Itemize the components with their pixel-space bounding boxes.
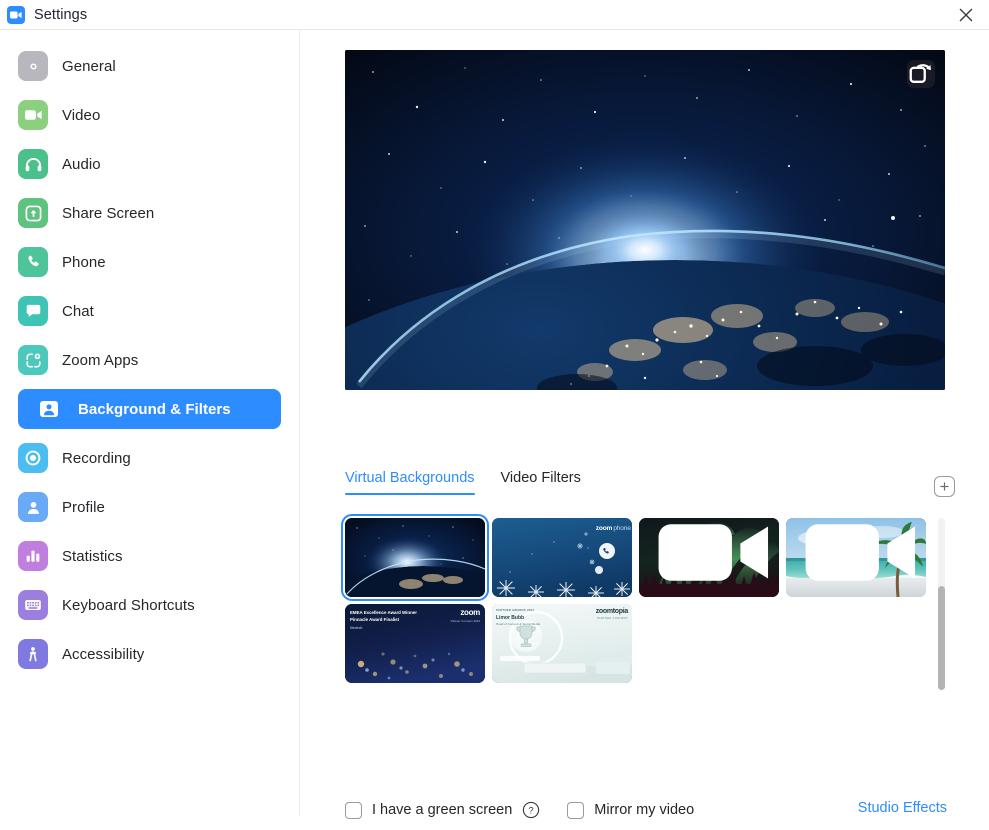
sidebar-item-statistics[interactable]: Statistics <box>18 536 281 576</box>
sidebar-item-background-and-filters[interactable]: Background & Filters <box>18 389 281 429</box>
profile-icon <box>18 492 48 522</box>
sidebar-item-label: Accessibility <box>62 645 145 663</box>
bar-chart-icon <box>18 541 48 571</box>
sidebar-item-label: Keyboard Shortcuts <box>62 596 195 614</box>
sidebar-item-label: General <box>62 57 116 75</box>
sidebar-item-zoom-apps[interactable]: Zoom Apps <box>18 340 281 380</box>
sidebar-item-label: Profile <box>62 498 105 516</box>
sidebar-item-share-screen[interactable]: Share Screen <box>18 193 281 233</box>
sidebar-item-label: Share Screen <box>62 204 155 222</box>
background-thumbnail-aurora[interactable] <box>639 518 779 597</box>
sidebar-item-accessibility[interactable]: Accessibility <box>18 634 281 674</box>
thumb-line3: Nextech <box>350 626 363 630</box>
background-thumbnail-zoomtopia-award[interactable]: PARTNER AWARDS 2023 Limor Bubb Head of C… <box>492 604 632 683</box>
flip-camera-icon[interactable] <box>907 60 935 88</box>
record-icon <box>18 443 48 473</box>
sidebar-item-label: Background & Filters <box>78 400 231 418</box>
person-frame-icon <box>34 394 64 424</box>
thumb-line1: PARTNER AWARDS 2023 <box>496 608 534 612</box>
tab-video-filters[interactable]: Video Filters <box>501 470 581 495</box>
backgrounds-grid-wrapper: zoom phone EMEA Excellence Award Winner … <box>340 513 945 698</box>
window-title: Settings <box>34 6 88 23</box>
background-thumbnail-emea-award[interactable]: EMEA Excellence Award Winner Pinnacle Aw… <box>345 604 485 683</box>
background-thumbnail-tropical-beach[interactable] <box>786 518 926 597</box>
svg-text:zoomtopia: zoomtopia <box>596 608 629 615</box>
sidebar-item-recording[interactable]: Recording <box>18 438 281 478</box>
svg-text:zoom: zoom <box>596 525 613 532</box>
video-badge-icon <box>805 524 916 581</box>
video-icon <box>18 100 48 130</box>
gear-icon <box>18 51 48 81</box>
sidebar-item-keyboard-shortcuts[interactable]: Keyboard Shortcuts <box>18 585 281 625</box>
svg-text:phone: phone <box>613 525 631 532</box>
earth-from-space-image <box>345 50 945 390</box>
background-thumbnail-earth[interactable] <box>340 513 490 602</box>
sidebar-item-audio[interactable]: Audio <box>18 144 281 184</box>
tab-virtual-backgrounds[interactable]: Virtual Backgrounds <box>345 470 475 495</box>
main-panel: Virtual Backgrounds Video Filters zoom p… <box>301 30 989 819</box>
apps-icon <box>18 345 48 375</box>
help-icon[interactable]: ? <box>522 801 540 819</box>
zoom-camera-icon <box>7 5 25 24</box>
thumb-line1: EMEA Excellence Award Winner <box>350 610 417 615</box>
background-thumbnail-zoom-phone-winter[interactable]: zoom phone <box>492 518 632 597</box>
plus-icon[interactable] <box>934 476 955 497</box>
video-badge-icon <box>658 524 769 581</box>
thumb-line2: Limor Bubb <box>496 615 524 621</box>
bottom-controls: I have a green screen ? Mirror my video … <box>345 790 947 830</box>
video-preview <box>345 50 945 390</box>
thumb-line2: Pinnacle Award Finalist <box>350 617 400 622</box>
keyboard-icon <box>18 590 48 620</box>
sidebar-item-phone[interactable]: Phone <box>18 242 281 282</box>
sidebar: General Video Audio Share Screen Phone C… <box>0 30 300 816</box>
sidebar-item-label: Statistics <box>62 547 123 565</box>
sidebar-item-label: Recording <box>62 449 131 467</box>
backgrounds-scrollbar[interactable] <box>938 518 945 690</box>
sidebar-item-label: Audio <box>62 155 101 173</box>
svg-text:PARTNER CONNECT: PARTNER CONNECT <box>597 616 628 620</box>
backgrounds-grid: zoom phone EMEA Excellence Award Winner … <box>340 513 933 696</box>
background-tabs: Virtual Backgrounds Video Filters <box>345 470 955 510</box>
sidebar-item-label: Video <box>62 106 101 124</box>
thumb-line3: Head of Content & Social Media <box>496 622 540 626</box>
sidebar-item-profile[interactable]: Profile <box>18 487 281 527</box>
sidebar-item-video[interactable]: Video <box>18 95 281 135</box>
accessibility-icon <box>18 639 48 669</box>
sidebar-item-label: Zoom Apps <box>62 351 139 369</box>
headphones-icon <box>18 149 48 179</box>
chat-icon <box>18 296 48 326</box>
studio-effects-link[interactable]: Studio Effects <box>858 800 947 816</box>
backgrounds-scrollbar-thumb[interactable] <box>938 586 945 690</box>
svg-text:Partner Connect 2023: Partner Connect 2023 <box>451 619 481 623</box>
svg-text:?: ? <box>529 806 534 817</box>
sidebar-item-general[interactable]: General <box>18 46 281 86</box>
phone-icon <box>18 247 48 277</box>
upload-icon <box>18 198 48 228</box>
sidebar-item-label: Phone <box>62 253 106 271</box>
svg-text:zoom: zoom <box>460 608 480 617</box>
title-bar: Settings <box>0 0 989 30</box>
sidebar-item-chat[interactable]: Chat <box>18 291 281 331</box>
sidebar-item-label: Chat <box>62 302 94 320</box>
close-icon[interactable] <box>943 0 989 29</box>
